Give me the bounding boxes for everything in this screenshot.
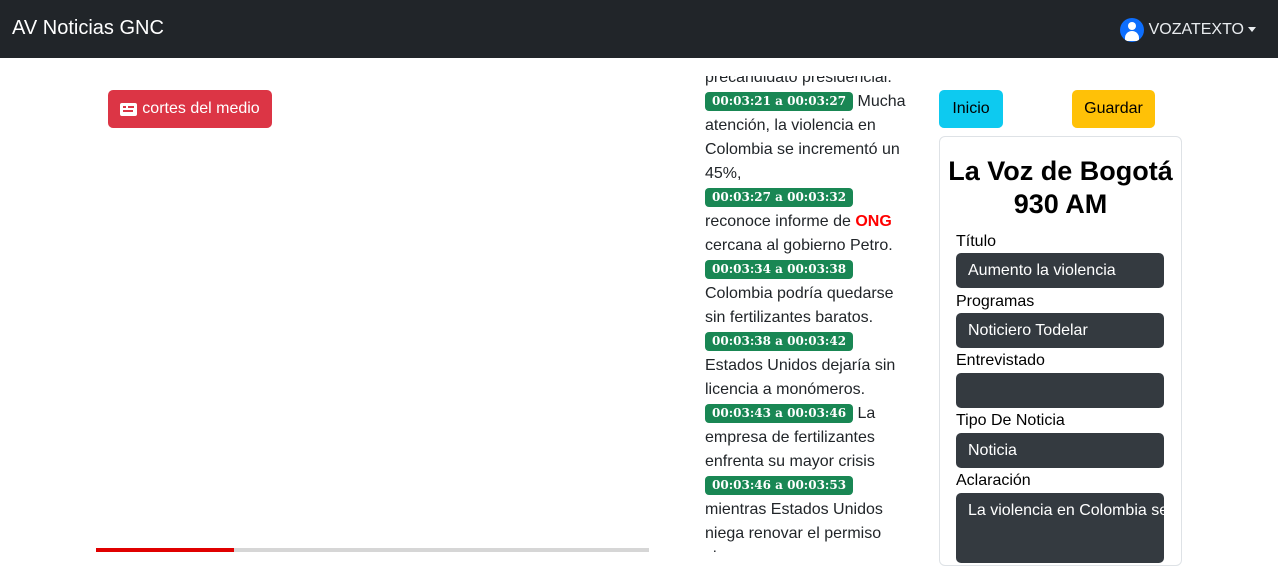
aclaracion-label: Aclaración — [956, 472, 1031, 489]
titulo-label: Título — [956, 233, 997, 250]
segment-text: reconoce informe de — [705, 213, 851, 230]
segment-text: cercana al gobierno Petro. — [705, 237, 893, 254]
transcript-segment: 00:03:21 a 00:03:27 Mucha atención, la v… — [705, 90, 910, 186]
user-menu-dropdown[interactable]: VOZATEXTO — [1119, 17, 1256, 42]
segment-time-badge[interactable]: 00:03:38 a 00:03:42 — [705, 332, 854, 351]
station-title: La Voz de Bogotá 930 AM — [948, 156, 1173, 219]
transcript-intro: precandidato presidencial. — [705, 76, 892, 86]
inicio-button[interactable]: Inicio — [939, 90, 1003, 128]
segment-text: mientras Estados Unidos niega renovar el… — [705, 501, 883, 552]
segment-text: Estados Unidos dejaría sin licencia a mo… — [705, 357, 896, 398]
highlighted-keyword: ONG — [855, 213, 892, 230]
transcript-segment: 00:03:38 a 00:03:42 Estados Unidos dejar… — [705, 330, 910, 402]
chevron-down-icon — [1248, 27, 1256, 32]
cortes-button-label: cortes del medio — [142, 100, 260, 117]
transcript-panel[interactable]: precandidato presidencial. 00:03:21 a 00… — [705, 76, 910, 552]
cortes-del-medio-button[interactable]: cortes del medio — [108, 90, 272, 128]
top-navbar: AV Noticias GNC VOZATEXTO — [0, 0, 1278, 58]
guardar-button[interactable]: Guardar — [1072, 90, 1155, 128]
segment-time-badge[interactable]: 00:03:34 a 00:03:38 — [705, 260, 854, 279]
segment-time-badge[interactable]: 00:03:43 a 00:03:46 — [705, 404, 854, 423]
entrevistado-label: Entrevistado — [956, 352, 1045, 369]
titulo-field[interactable]: Aumento la violencia — [956, 253, 1164, 288]
tipo-noticia-field[interactable]: Noticia — [956, 433, 1164, 468]
transcript-segment: 00:03:43 a 00:03:46 La empresa de fertil… — [705, 402, 910, 474]
segment-text: Colombia podría quedarse sin fertilizant… — [705, 285, 894, 326]
closed-captioning-icon — [120, 102, 138, 116]
transcript-segment: 00:03:46 a 00:03:53 mientras Estados Uni… — [705, 474, 910, 552]
tipo-noticia-label: Tipo De Noticia — [956, 412, 1065, 429]
brand-title[interactable]: AV Noticias GNC — [12, 17, 164, 40]
news-form-card: La Voz de Bogotá 930 AM Título Aumento l… — [939, 136, 1182, 566]
audio-progress-bar[interactable] — [96, 548, 649, 552]
transcript-segment: 00:03:34 a 00:03:38 Colombia podría qued… — [705, 258, 910, 330]
programas-label: Programas — [956, 293, 1035, 310]
audio-progress-fill — [96, 548, 235, 552]
transcript-segment: 00:03:27 a 00:03:32 reconoce informe de … — [705, 186, 910, 258]
segment-time-badge[interactable]: 00:03:46 a 00:03:53 — [705, 476, 854, 495]
user-circle-icon — [1119, 17, 1144, 42]
segment-time-badge[interactable]: 00:03:27 a 00:03:32 — [705, 188, 854, 207]
segment-time-badge[interactable]: 00:03:21 a 00:03:27 — [705, 92, 854, 111]
entrevistado-field[interactable] — [956, 373, 1164, 408]
user-name: VOZATEXTO — [1148, 20, 1244, 38]
programas-field[interactable]: Noticiero Todelar — [956, 313, 1164, 348]
aclaracion-textarea[interactable]: La violencia en Colombia se incrementó — [956, 493, 1164, 563]
